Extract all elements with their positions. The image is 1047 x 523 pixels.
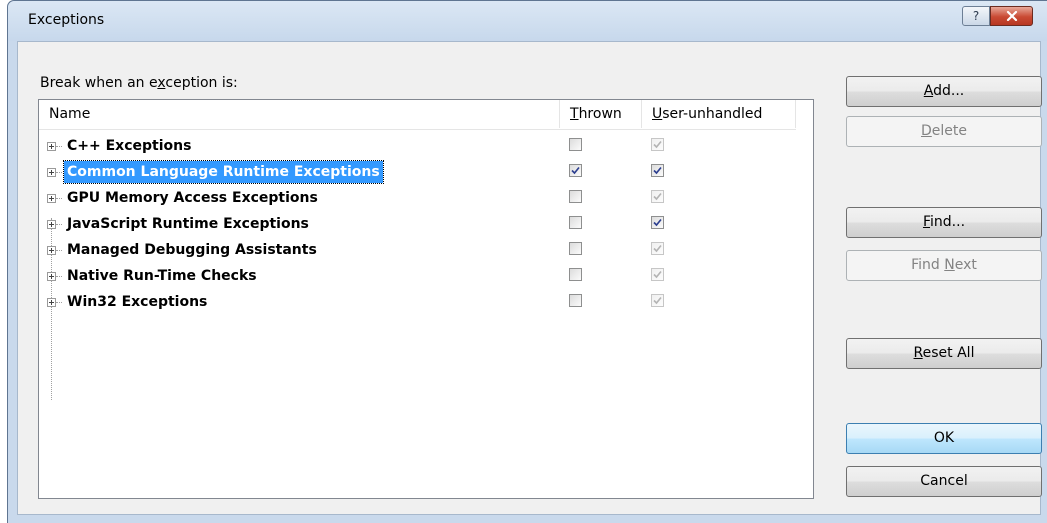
exception-category-label[interactable]: Win32 Exceptions — [64, 291, 210, 313]
exception-row[interactable]: Common Language Runtime Exceptions — [39, 159, 796, 185]
plus-expander-icon[interactable] — [47, 194, 56, 203]
user-unhandled-checkbox[interactable] — [651, 216, 664, 229]
thrown-checkbox[interactable] — [569, 138, 582, 151]
checkmark-icon — [653, 166, 662, 175]
tree-branch-line — [56, 172, 62, 173]
title-bar[interactable]: Exceptions ? — [8, 1, 1047, 41]
exceptions-tree-list[interactable]: Name Thrown User-unhandled C++ Exception… — [38, 99, 814, 499]
window-title: Exceptions — [28, 12, 105, 28]
checkmark-icon — [653, 192, 662, 201]
thrown-checkbox[interactable] — [569, 216, 582, 229]
user-unhandled-checkbox[interactable] — [651, 242, 664, 255]
user-unhandled-checkbox[interactable] — [651, 190, 664, 203]
checkmark-icon — [653, 218, 662, 227]
list-header: Name Thrown User-unhandled — [39, 100, 796, 130]
tree-branch-line — [56, 276, 62, 277]
plus-expander-icon[interactable] — [47, 142, 56, 151]
exception-category-label[interactable]: JavaScript Runtime Exceptions — [64, 213, 312, 235]
exception-row[interactable]: Managed Debugging Assistants — [39, 237, 796, 263]
thrown-checkbox[interactable] — [569, 242, 582, 255]
close-button[interactable] — [990, 6, 1033, 26]
tree-branch-line — [56, 250, 62, 251]
checkmark-icon — [571, 166, 580, 175]
user-unhandled-checkbox[interactable] — [651, 164, 664, 177]
user-unhandled-checkbox[interactable] — [651, 268, 664, 281]
tree-branch-line — [56, 302, 62, 303]
user-unhandled-checkbox[interactable] — [651, 294, 664, 307]
exception-category-label[interactable]: Native Run-Time Checks — [64, 265, 260, 287]
reset-all-button[interactable]: Reset All — [846, 338, 1042, 369]
tree-branch-line — [56, 224, 62, 225]
help-button[interactable]: ? — [962, 6, 990, 26]
exception-row[interactable]: C++ Exceptions — [39, 133, 796, 159]
exception-category-label[interactable]: C++ Exceptions — [64, 135, 194, 157]
plus-expander-icon[interactable] — [47, 168, 56, 177]
plus-expander-icon[interactable] — [47, 298, 56, 307]
find-button[interactable]: Find... — [846, 207, 1042, 238]
column-header-user-unhandled[interactable]: User-unhandled — [641, 100, 796, 128]
user-unhandled-checkbox[interactable] — [651, 138, 664, 151]
find-next-button[interactable]: Find Next — [846, 250, 1042, 281]
help-icon: ? — [972, 9, 980, 23]
column-header-thrown[interactable]: Thrown — [559, 100, 641, 128]
exception-row[interactable]: Win32 Exceptions — [39, 289, 796, 315]
checkmark-icon — [653, 270, 662, 279]
thrown-checkbox[interactable] — [569, 164, 582, 177]
exception-row[interactable]: JavaScript Runtime Exceptions — [39, 211, 796, 237]
checkmark-icon — [653, 140, 662, 149]
exception-category-label[interactable]: GPU Memory Access Exceptions — [64, 187, 321, 209]
cancel-button[interactable]: Cancel — [846, 466, 1042, 497]
dialog-client-area: Break when an exception is: Name Thrown … — [17, 41, 1042, 515]
checkmark-icon — [653, 244, 662, 253]
plus-expander-icon[interactable] — [47, 272, 56, 281]
delete-button[interactable]: Delete — [846, 116, 1042, 147]
exception-category-label[interactable]: Common Language Runtime Exceptions — [63, 160, 384, 184]
tree-branch-line — [56, 198, 62, 199]
checkmark-icon — [653, 296, 662, 305]
add-button[interactable]: Add... — [846, 76, 1042, 107]
thrown-checkbox[interactable] — [569, 294, 582, 307]
exception-category-label[interactable]: Managed Debugging Assistants — [64, 239, 320, 261]
plus-expander-icon[interactable] — [47, 246, 56, 255]
plus-expander-icon[interactable] — [47, 220, 56, 229]
column-header-name[interactable]: Name — [39, 100, 559, 128]
tree-branch-line — [56, 146, 62, 147]
exception-row[interactable]: Native Run-Time Checks — [39, 263, 796, 289]
close-icon — [1006, 11, 1017, 21]
ok-button[interactable]: OK — [846, 423, 1042, 454]
exception-row[interactable]: GPU Memory Access Exceptions — [39, 185, 796, 211]
thrown-checkbox[interactable] — [569, 268, 582, 281]
thrown-checkbox[interactable] — [569, 190, 582, 203]
break-when-label: Break when an exception is: — [40, 75, 238, 91]
exceptions-dialog: Exceptions ? Break when an exception is:… — [7, 0, 1047, 523]
